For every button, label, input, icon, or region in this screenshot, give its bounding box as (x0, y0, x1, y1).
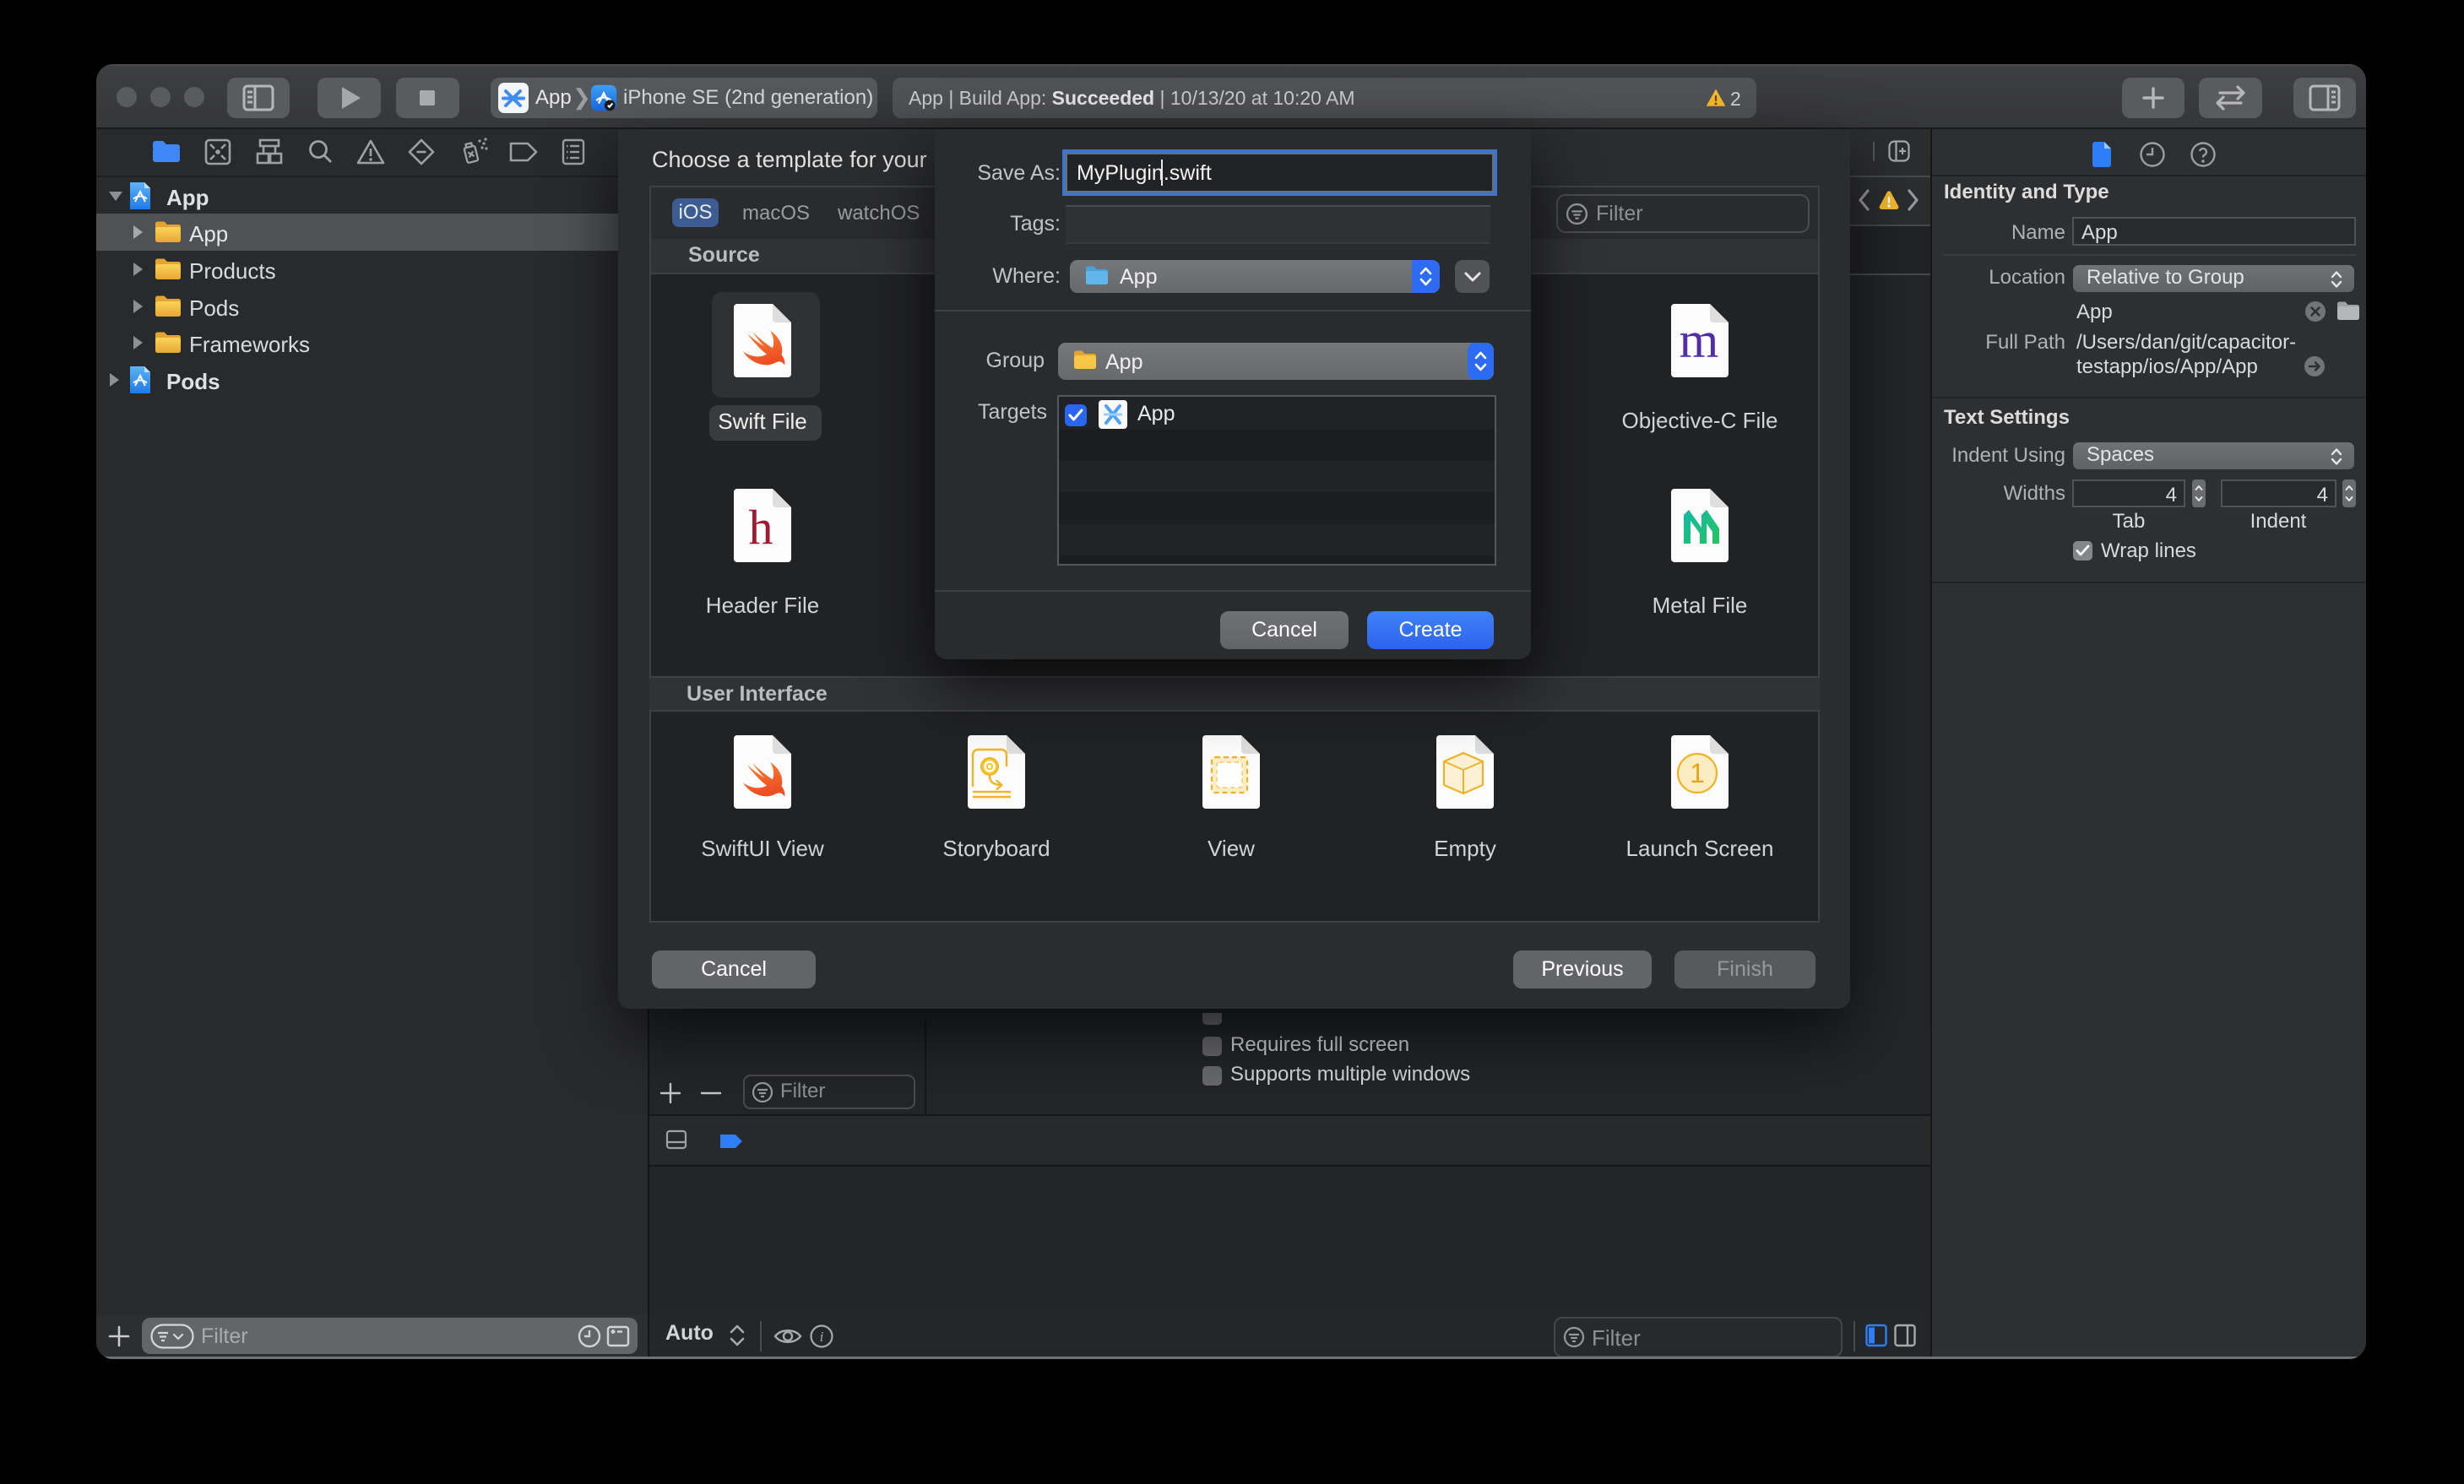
svg-text:i: i (820, 1329, 824, 1345)
svg-text:h: h (749, 500, 773, 555)
svg-text:1: 1 (1690, 758, 1705, 788)
svg-text:m: m (1680, 312, 1719, 368)
